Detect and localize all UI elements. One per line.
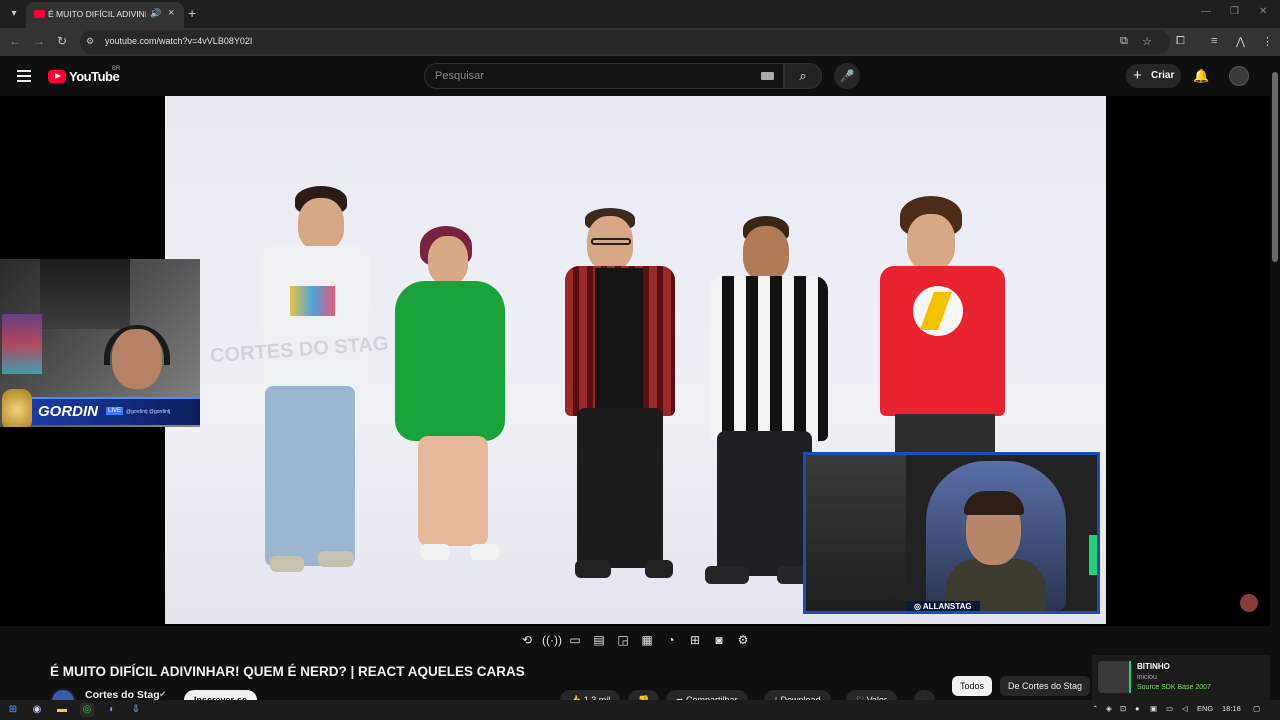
person-green-dress [390, 226, 510, 576]
youtube-favicon-icon [34, 10, 45, 18]
extensions-icon[interactable]: ⧠ [1176, 35, 1185, 48]
streamer-left-social: @gordintj @gordintj [126, 409, 171, 415]
live-badge: LIVE [106, 407, 124, 415]
bookmark-star-icon[interactable]: ☆ [1142, 35, 1152, 48]
theater-icon[interactable]: ▦ [638, 631, 656, 649]
tray-clock[interactable]: 18:18 [1222, 704, 1241, 713]
watch-later-icon[interactable]: ▭ [566, 631, 584, 649]
chip-all[interactable]: Todos [952, 676, 993, 696]
guide-menu-icon[interactable] [17, 70, 31, 82]
streamer-right-name: ALLANSTAG [922, 602, 972, 611]
forward-icon[interactable]: → [33, 34, 45, 48]
instagram-icon: ◎ [914, 602, 923, 611]
new-tab-icon[interactable]: + [188, 5, 196, 21]
floating-avatar-icon[interactable] [1240, 594, 1258, 612]
minimize-icon[interactable]: — [1201, 6, 1211, 17]
game-notification-toast[interactable]: BITINHO iniciou Source SDK Base 2007 [1092, 655, 1280, 700]
streamer-left-name: GORDIN [38, 403, 98, 420]
profile-icon[interactable]: ⋀ [1236, 35, 1245, 48]
tray-usb-icon[interactable]: ⊡ [1120, 704, 1126, 713]
plus-icon: + [1133, 67, 1142, 84]
verified-check-icon: ✔ [159, 689, 167, 699]
streamer-nameplate: GORDIN LIVE @gordintj @gordintj [20, 397, 200, 425]
os-taskbar: ⊞ ◉ ▬ ◎ ◐ ⇩ ⌃ ◈ ⊡ ● ▣ ▭ ◁ ENG 18:18 ▢ [0, 700, 1280, 720]
loop-icon[interactable]: ⟲ [518, 631, 536, 649]
notification-center-icon[interactable]: ▢ [1253, 704, 1260, 713]
tab-title: É MUITO DIFÍCIL ADIVINHAR! QUEM É NERD? … [48, 9, 146, 19]
screenshot-camera-icon[interactable]: ◙ [710, 631, 728, 649]
back-icon[interactable]: ← [9, 34, 21, 48]
notification-name: BITINHO [1137, 662, 1170, 671]
url-text[interactable]: youtube.com/watch?v=4vVLB08Y02I [105, 36, 252, 46]
window-close-icon[interactable]: ✕ [1259, 6, 1267, 17]
person-red-flash-shirt [855, 196, 1005, 456]
add-frame-icon[interactable]: ⊞ [686, 631, 704, 649]
facecam-right-streamer: ◎ ALLANSTAG [803, 452, 1100, 614]
browser-tabstrip: ▾ É MUITO DIFÍCIL ADIVINHAR! QUEM É NERD… [0, 0, 1280, 28]
microphone-icon: 🎤 [839, 69, 855, 83]
steam-icon[interactable]: ⇩ [129, 703, 143, 717]
tab-groups-icon[interactable]: ≡ [1211, 35, 1217, 47]
tab-search-icon[interactable]: ▾ [6, 6, 22, 22]
video-title: É MUITO DIFÍCIL ADIVINHAR! QUEM É NERD? … [50, 664, 525, 679]
broadcast-icon[interactable]: ((·)) [542, 631, 562, 649]
watch-icon [2, 389, 32, 427]
tray-network-icon[interactable]: ▭ [1166, 704, 1173, 713]
account-avatar[interactable] [1229, 66, 1249, 86]
tray-expand-icon[interactable]: ⌃ [1092, 704, 1098, 713]
person-white-shirt [240, 186, 370, 586]
notification-detail: Source SDK Base 2007 [1137, 684, 1211, 691]
discord-icon[interactable]: ◐ [105, 703, 119, 717]
tab-audio-icon[interactable]: 🔊 [150, 8, 161, 19]
browser-menu-icon[interactable]: ⋮ [1262, 35, 1273, 48]
video-player[interactable]: CORTES DO STAG GORDIN LIVE @gordintj @go… [0, 96, 1270, 626]
notification-avatar [1098, 661, 1130, 693]
facecam-left-streamer: GORDIN LIVE @gordintj @gordintj [0, 259, 200, 427]
youtube-header: YouTube BR ⌕ 🎤 + Criar 🔔 [0, 56, 1280, 96]
app-shortcut-icon[interactable]: ◉ [30, 703, 44, 717]
cast-icon[interactable]: ⧉ [1120, 35, 1128, 48]
file-explorer-icon[interactable]: ▬ [55, 703, 69, 717]
create-button[interactable]: + Criar [1126, 64, 1181, 88]
reload-icon[interactable]: ↻ [57, 34, 67, 48]
settings-gear-icon[interactable]: ⚙ [734, 631, 752, 649]
keyboard-icon[interactable] [761, 72, 774, 80]
scrollbar-thumb[interactable] [1272, 72, 1278, 262]
country-code: BR [112, 66, 121, 72]
search-icon: ⌕ [799, 68, 807, 83]
tray-app-icon[interactable]: ◈ [1106, 704, 1112, 713]
person-plaid-shirt [565, 208, 675, 578]
voice-search-button[interactable]: 🎤 [834, 63, 860, 89]
windows-start-icon[interactable]: ⊞ [6, 703, 20, 717]
tray-volume-icon[interactable]: ◁ [1182, 704, 1188, 713]
browser-tab-active[interactable]: É MUITO DIFÍCIL ADIVINHAR! QUEM É NERD? … [26, 2, 184, 28]
search-input[interactable] [435, 70, 755, 82]
search-box [424, 63, 784, 89]
browser-toolbar: ← → ↻ ⚙ youtube.com/watch?v=4vVLB08Y02I … [0, 28, 1280, 56]
restore-icon[interactable]: ❐ [1230, 6, 1239, 17]
create-label: Criar [1151, 70, 1175, 81]
chip-from-channel[interactable]: De Cortes do Stag [1000, 676, 1091, 696]
streamer-right-tag: ◎ ALLANSTAG [906, 601, 980, 611]
tray-language[interactable]: ENG [1197, 704, 1213, 713]
site-info-icon[interactable]: ⚙ [86, 36, 98, 48]
tray-display-icon[interactable]: ▣ [1150, 704, 1157, 713]
tray-mic-icon[interactable]: ● [1135, 704, 1140, 713]
notification-status: iniciou [1137, 674, 1157, 681]
pip-icon[interactable]: ◲ [614, 631, 632, 649]
chrome-icon[interactable]: ◎ [80, 703, 94, 717]
notifications-bell-icon[interactable]: 🔔 [1193, 68, 1209, 84]
tab-close-icon[interactable]: × [168, 7, 174, 19]
address-bar[interactable]: ⚙ youtube.com/watch?v=4vVLB08Y02I ⧉ ☆ [80, 30, 1170, 54]
search-button[interactable]: ⌕ [784, 63, 822, 89]
speed-gauge-icon[interactable]: ◔ [662, 631, 680, 649]
youtube-play-icon [48, 70, 66, 83]
clapperboard-icon[interactable]: ▤ [590, 631, 608, 649]
